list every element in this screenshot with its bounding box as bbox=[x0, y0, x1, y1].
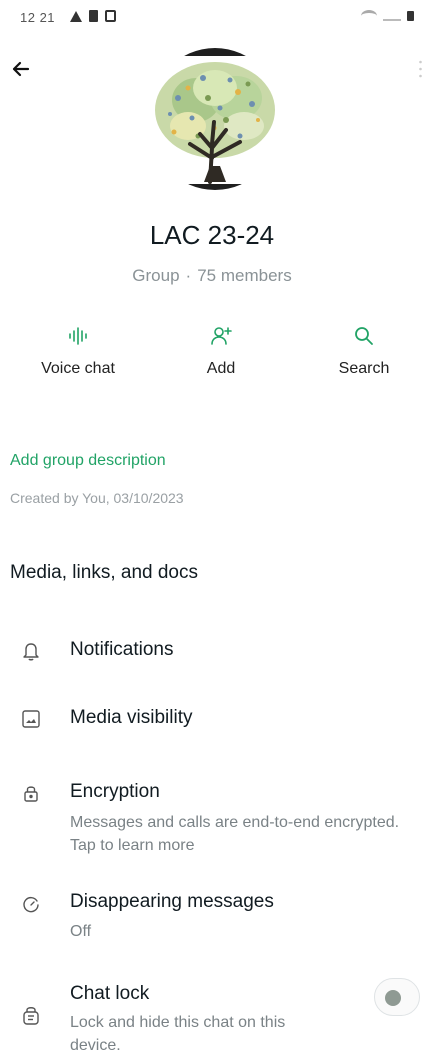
encryption-description: Messages and calls are end-to-end encryp… bbox=[70, 814, 400, 854]
signal-icon bbox=[383, 11, 401, 21]
chat-lock-description: Lock and hide this chat on this device. bbox=[70, 1014, 286, 1054]
group-info-screen: 12 21 LAC 23-24 Group · 75 members Voice… bbox=[0, 0, 424, 1059]
chat-lock-title: Chat lock bbox=[70, 983, 150, 1004]
search-icon bbox=[355, 327, 373, 345]
add-group-description-link[interactable]: Add group description bbox=[10, 452, 166, 470]
disappearing-messages-row[interactable]: Disappearing messages Off bbox=[0, 886, 424, 946]
battery-icon bbox=[407, 11, 414, 21]
chat-lock-icon bbox=[23, 1007, 39, 1025]
add-member-button[interactable]: Add bbox=[161, 320, 281, 390]
status-system-icons bbox=[361, 10, 414, 22]
search-label: Search bbox=[338, 360, 390, 377]
encryption-title: Encryption bbox=[70, 781, 160, 802]
group-name: LAC 23-24 bbox=[149, 220, 275, 250]
group-actions: Voice chat Add Search bbox=[0, 320, 424, 390]
timer-icon bbox=[23, 896, 39, 913]
add-member-label: Add bbox=[206, 360, 236, 377]
subtitle-separator: · bbox=[185, 266, 192, 285]
voice-wave-icon bbox=[69, 327, 87, 345]
media-visibility-row[interactable]: Media visibility bbox=[0, 696, 424, 746]
screenshot-icon bbox=[105, 10, 116, 22]
overflow-menu-button[interactable] bbox=[419, 60, 422, 78]
status-time: 12 21 bbox=[20, 10, 56, 25]
created-by-text: Created by You, 03/10/2023 bbox=[10, 490, 184, 506]
toggle-knob bbox=[385, 990, 401, 1006]
arrow-left-icon bbox=[12, 61, 30, 77]
add-person-icon bbox=[211, 327, 232, 345]
wifi-icon bbox=[361, 10, 377, 22]
back-button[interactable] bbox=[6, 54, 36, 84]
voice-chat-button[interactable]: Voice chat bbox=[18, 320, 138, 390]
disappearing-messages-title: Disappearing messages bbox=[70, 891, 274, 912]
notifications-row[interactable]: Notifications bbox=[0, 628, 424, 678]
more-vert-icon bbox=[419, 60, 422, 78]
warning-icon bbox=[70, 10, 82, 22]
tree-avatar-image bbox=[148, 48, 282, 190]
image-icon bbox=[22, 710, 40, 728]
notifications-title: Notifications bbox=[70, 639, 174, 660]
status-notification-icons bbox=[70, 10, 116, 22]
group-member-count: 75 members bbox=[197, 266, 292, 285]
bell-icon bbox=[23, 643, 39, 661]
chat-lock-toggle[interactable] bbox=[374, 978, 420, 1016]
chat-lock-row[interactable]: Chat lock Lock and hide this chat on thi… bbox=[0, 978, 424, 1059]
group-type-label: Group bbox=[132, 266, 180, 285]
status-bar: 12 21 bbox=[0, 0, 424, 36]
group-subtitle: Group · 75 members bbox=[0, 266, 424, 286]
lock-icon bbox=[24, 786, 38, 802]
search-button[interactable]: Search bbox=[304, 320, 424, 390]
media-visibility-title: Media visibility bbox=[70, 707, 193, 728]
sd-card-icon bbox=[89, 10, 98, 22]
media-links-docs-row[interactable]: Media, links, and docs bbox=[10, 562, 198, 584]
group-avatar[interactable] bbox=[148, 48, 282, 190]
encryption-row[interactable]: Encryption Messages and calls are end-to… bbox=[0, 776, 424, 860]
disappearing-messages-value: Off bbox=[70, 923, 92, 940]
voice-chat-label: Voice chat bbox=[41, 360, 115, 377]
